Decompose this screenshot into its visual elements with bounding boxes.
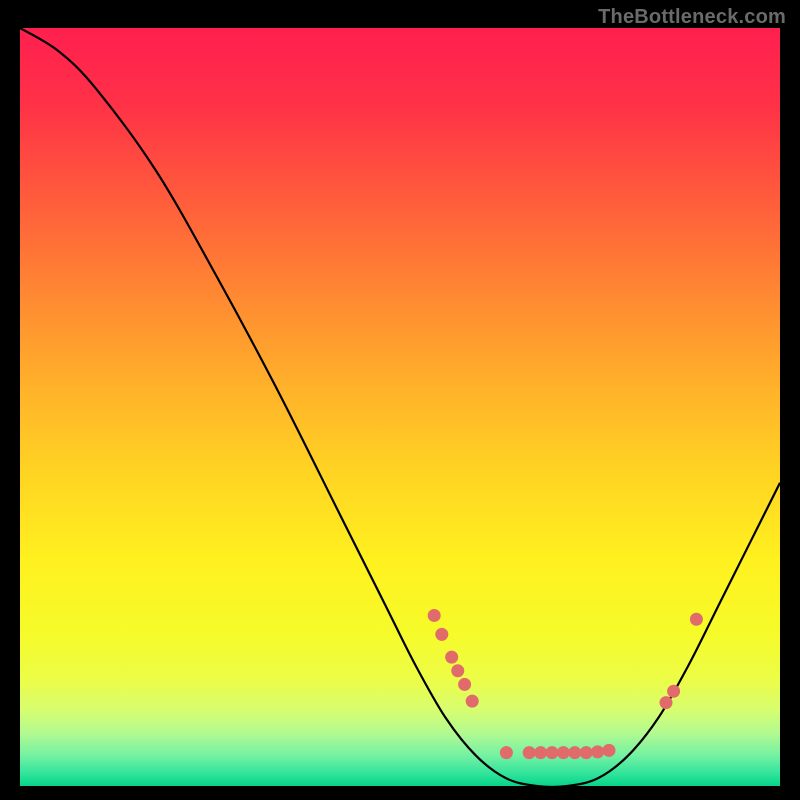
- chart-background: [20, 28, 780, 786]
- data-point: [591, 745, 604, 758]
- data-point: [445, 651, 458, 664]
- bottleneck-chart: [20, 28, 780, 786]
- data-point: [580, 746, 593, 759]
- data-point: [458, 678, 471, 691]
- data-point: [523, 746, 536, 759]
- data-point: [557, 746, 570, 759]
- data-point: [428, 609, 441, 622]
- data-point: [603, 744, 616, 757]
- data-point: [667, 685, 680, 698]
- data-point: [660, 696, 673, 709]
- data-point: [690, 613, 703, 626]
- data-point: [451, 664, 464, 677]
- data-point: [500, 746, 513, 759]
- data-point: [534, 746, 547, 759]
- data-point: [435, 628, 448, 641]
- data-point: [546, 746, 559, 759]
- watermark-text: TheBottleneck.com: [598, 6, 786, 29]
- data-point: [466, 695, 479, 708]
- data-point: [568, 746, 581, 759]
